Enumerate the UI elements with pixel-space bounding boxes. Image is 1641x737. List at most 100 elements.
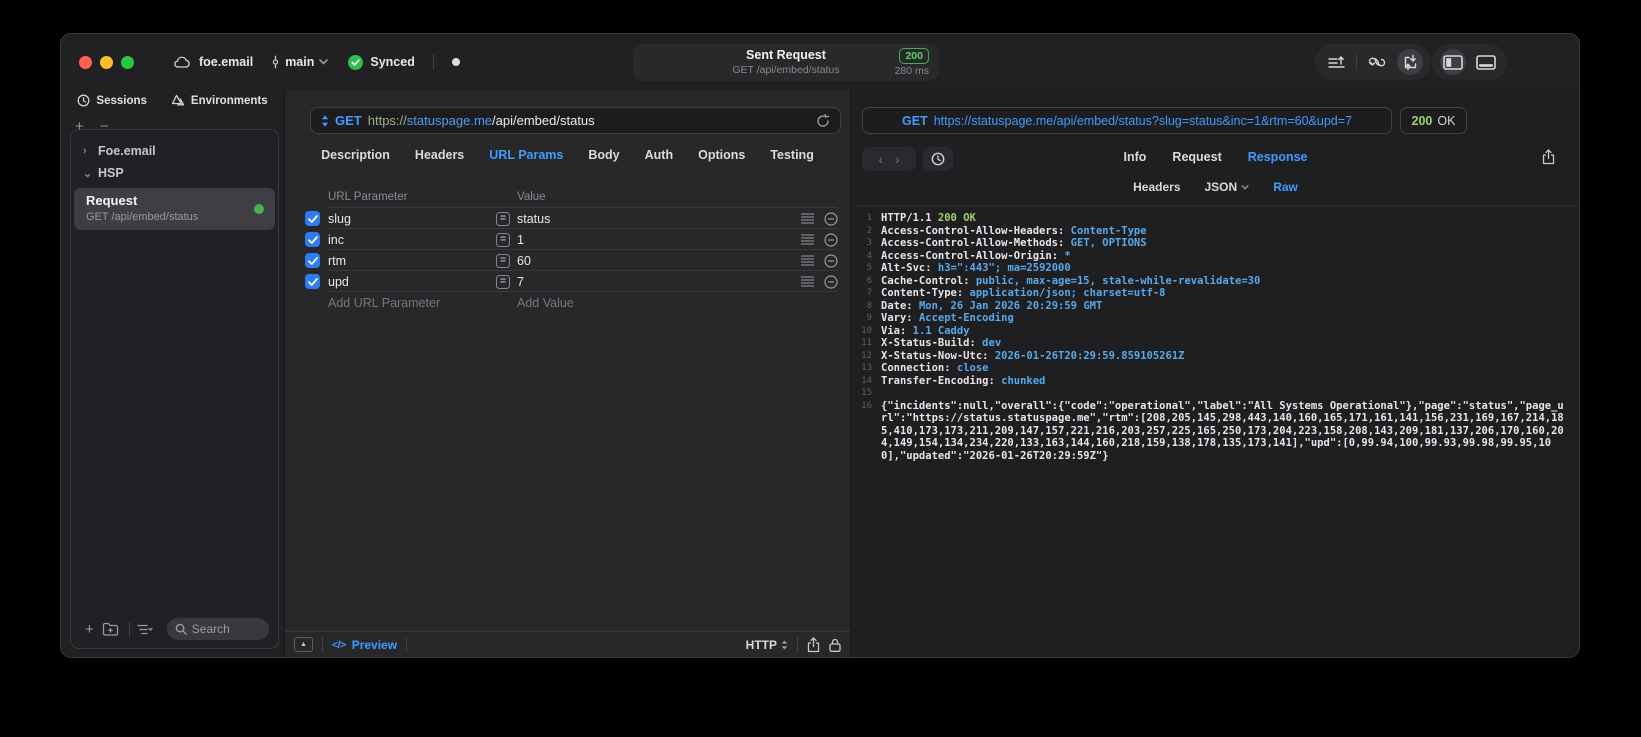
response-line: 14 Transfer-Encoding: chunked — [852, 375, 1579, 388]
share-icon — [1542, 149, 1555, 165]
protocol-select[interactable]: HTTP — [746, 638, 788, 652]
new-folder-button[interactable] — [102, 622, 119, 636]
tab-request[interactable]: Request — [1172, 150, 1221, 164]
row-lines-icon[interactable] — [801, 255, 814, 266]
share-request-button[interactable] — [807, 636, 820, 653]
zoom-window-button[interactable] — [121, 56, 134, 69]
remove-param-button[interactable] — [824, 232, 838, 247]
import-export-button[interactable] — [1397, 49, 1423, 75]
collapse-panel-button[interactable]: ▲ — [294, 637, 313, 652]
request-summary-pill[interactable]: Sent Request GET /api/embed/status 200 2… — [633, 44, 939, 81]
param-value-field[interactable]: 1 — [517, 233, 801, 247]
tab-environments[interactable]: Environments — [171, 94, 268, 107]
param-name-field[interactable]: inc — [328, 233, 496, 247]
param-enabled-checkbox[interactable] — [305, 211, 320, 226]
line-number: 9 — [866, 313, 872, 323]
sent-request-url-box[interactable]: GET https://statuspage.me/api/embed/stat… — [862, 107, 1392, 134]
export-response-button[interactable] — [1542, 149, 1555, 165]
add-request-button[interactable]: + — [85, 622, 94, 637]
sync-loop-button[interactable] — [1364, 49, 1390, 75]
row-lines-icon[interactable] — [801, 213, 814, 224]
method-stepper-icon[interactable] — [321, 115, 329, 127]
column-header-parameter: URL Parameter — [328, 191, 408, 203]
tree-group-hsp[interactable]: ⌄ HSP — [71, 162, 278, 184]
tab-url-params[interactable]: URL Params — [489, 148, 563, 162]
add-session-button[interactable]: + — [75, 119, 84, 134]
param-row-slug: slug = status — [305, 208, 838, 229]
view-tab-raw[interactable]: Raw — [1273, 180, 1298, 194]
row-lines-icon[interactable] — [801, 276, 814, 287]
session-tree: › Foe.email ⌄ HSP Request GET /api/embed… — [71, 130, 278, 231]
tab-response[interactable]: Response — [1248, 150, 1308, 164]
params-header-row: URL Parameter Value — [305, 186, 838, 208]
lock-button[interactable] — [829, 638, 841, 652]
sessions-panel: › Foe.email ⌄ HSP Request GET /api/embed… — [70, 129, 279, 649]
add-param-value-placeholder[interactable]: Add Value — [517, 296, 838, 310]
line-number: 15 — [861, 388, 872, 398]
tab-headers[interactable]: Headers — [415, 148, 464, 162]
equals-icon: = — [496, 253, 510, 268]
tab-description[interactable]: Description — [321, 148, 390, 162]
response-line: 9 Vary: Accept-Encoding — [852, 312, 1579, 325]
param-enabled-checkbox[interactable] — [305, 274, 320, 289]
titlebar: foe.email main Synced Sent Request GET /… — [61, 34, 1579, 90]
line-number: 13 — [861, 363, 872, 373]
tab-sessions[interactable]: Sessions — [77, 94, 147, 107]
close-window-button[interactable] — [79, 56, 92, 69]
request-method[interactable]: GET — [335, 113, 362, 128]
equals-icon: = — [496, 274, 510, 289]
line-content: X-Status-Now-Utc: 2026-01-26T20:29:59.85… — [881, 349, 1185, 362]
response-panel: GET https://statuspage.me/api/embed/stat… — [852, 90, 1579, 657]
resend-request-button[interactable] — [816, 113, 830, 128]
param-name-field[interactable]: slug — [328, 212, 496, 226]
remove-session-button[interactable]: − — [100, 119, 109, 134]
tab-options[interactable]: Options — [698, 148, 745, 162]
tab-testing[interactable]: Testing — [770, 148, 814, 162]
sync-status[interactable]: Synced — [348, 54, 415, 70]
param-value-field[interactable]: 7 — [517, 275, 801, 289]
project-cluster: foe.email main Synced — [173, 34, 460, 90]
param-enabled-checkbox[interactable] — [305, 232, 320, 247]
response-line: 13 Connection: close — [852, 362, 1579, 375]
sort-filter-button[interactable] — [137, 624, 153, 635]
sync-label: Synced — [370, 55, 415, 69]
toggle-sidebar-button[interactable] — [1440, 49, 1466, 75]
response-line: 11 X-Status-Build: dev — [852, 337, 1579, 350]
lines-arrow-icon — [1327, 55, 1345, 70]
tab-auth[interactable]: Auth — [645, 148, 673, 162]
param-value-field[interactable]: status — [517, 212, 801, 226]
response-line: 16 {"incidents":null,"overall":{"code":"o… — [852, 400, 1579, 463]
search-input[interactable] — [191, 622, 261, 636]
add-param-name-placeholder[interactable]: Add URL Parameter — [328, 296, 496, 310]
tab-info[interactable]: Info — [1124, 150, 1147, 164]
sidebar-search[interactable] — [166, 618, 269, 640]
row-lines-icon[interactable] — [801, 234, 814, 245]
response-body[interactable]: 1 HTTP/1.1 200 OK 2 Access-Control-Allow-He… — [852, 207, 1579, 657]
sidebar-tabs: Sessions Environments — [61, 94, 284, 107]
request-url-field[interactable]: https:// statuspage.me /api/embed/status — [368, 113, 595, 128]
footer-separator — [797, 637, 798, 652]
tab-body[interactable]: Body — [588, 148, 619, 162]
import-export-icon — [1402, 54, 1419, 71]
param-name-field[interactable]: upd — [328, 275, 496, 289]
preview-button[interactable]: </> Preview — [332, 638, 397, 652]
branch-selector[interactable]: main — [271, 55, 329, 69]
request-list-item-selected[interactable]: Request GET /api/embed/status — [74, 188, 275, 231]
param-value-field[interactable]: 60 — [517, 254, 801, 268]
view-tab-json[interactable]: JSON — [1205, 180, 1250, 194]
param-name-field[interactable]: rtm — [328, 254, 496, 268]
view-tab-headers[interactable]: Headers — [1133, 180, 1180, 194]
toolbar-group-right — [1432, 44, 1507, 80]
tree-group-foe-email[interactable]: › Foe.email — [71, 140, 278, 162]
remove-param-button[interactable] — [824, 274, 838, 289]
project-name[interactable]: foe.email — [199, 55, 253, 69]
remove-param-button[interactable] — [824, 211, 838, 226]
response-line: 7 Content-Type: application/json; charset… — [852, 287, 1579, 300]
toggle-bottom-panel-button[interactable] — [1473, 49, 1499, 75]
status-code-badge: 200 — [899, 48, 929, 64]
request-url-bar[interactable]: GET https:// statuspage.me /api/embed/st… — [310, 107, 841, 134]
minimize-window-button[interactable] — [100, 56, 113, 69]
request-order-button[interactable] — [1323, 49, 1349, 75]
remove-param-button[interactable] — [824, 253, 838, 268]
param-enabled-checkbox[interactable] — [305, 253, 320, 268]
